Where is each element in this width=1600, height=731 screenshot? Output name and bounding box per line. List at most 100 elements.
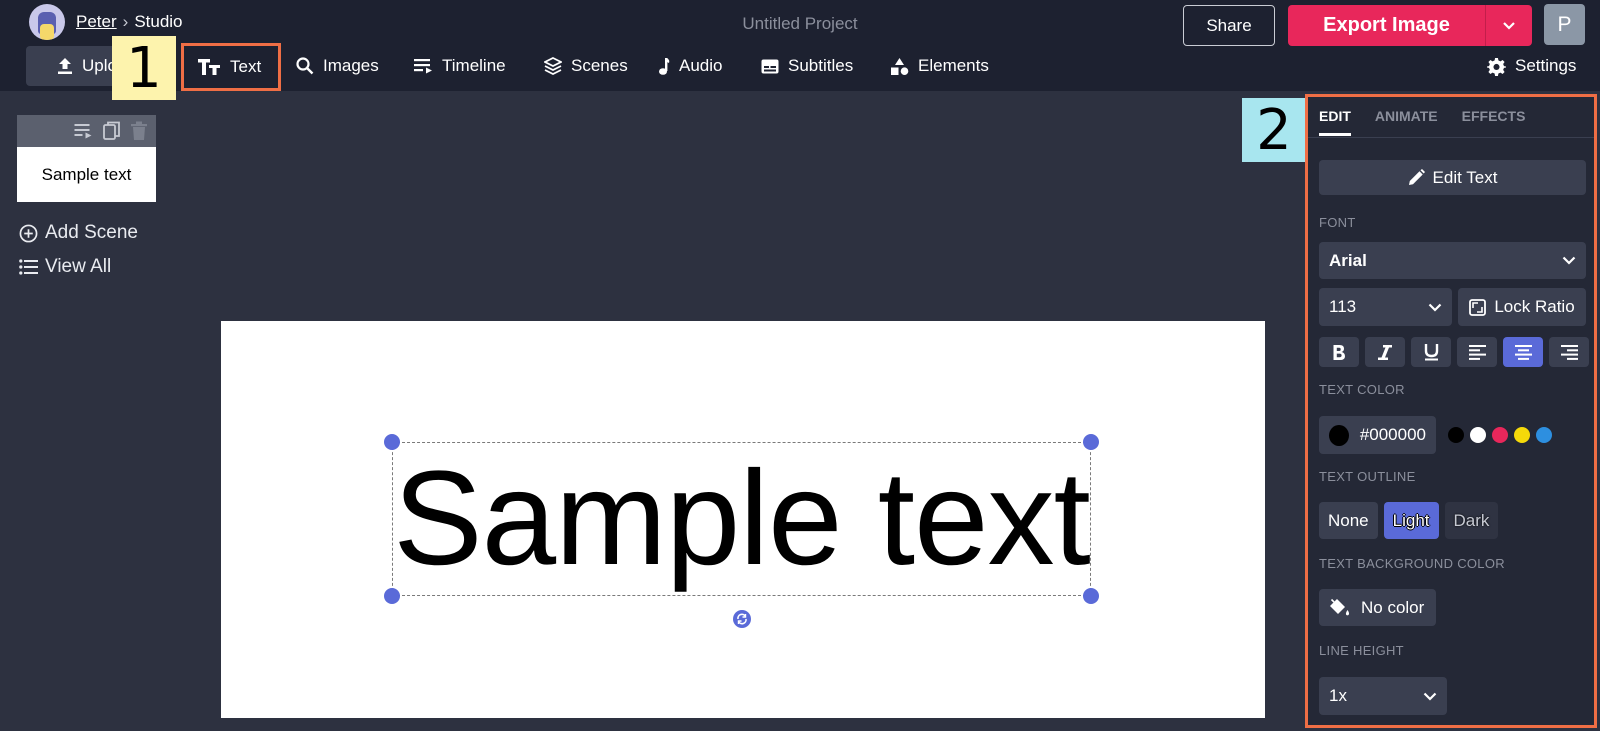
- subtitles-label: Subtitles: [788, 56, 854, 75]
- resize-handle-top-right[interactable]: [1083, 434, 1099, 450]
- export-options-chevron-icon[interactable]: [1486, 21, 1532, 30]
- editor-canvas[interactable]: Sample text: [221, 321, 1265, 718]
- share-button[interactable]: Share: [1183, 5, 1275, 46]
- underline-icon: [1424, 344, 1438, 361]
- project-title[interactable]: Untitled Project: [700, 14, 900, 34]
- canvas-text[interactable]: Sample text: [393, 452, 1091, 586]
- lock-ratio-label: Lock Ratio: [1494, 297, 1575, 316]
- resize-handle-bottom-right[interactable]: [1083, 588, 1099, 604]
- pencil-icon: [1408, 169, 1425, 185]
- line-height-value: 1x: [1329, 686, 1347, 705]
- toolbar-text-button[interactable]: Text: [181, 43, 281, 91]
- swatch-blue[interactable]: [1536, 427, 1552, 443]
- line-height-heading: LINE HEIGHT: [1319, 643, 1404, 658]
- edit-text-button[interactable]: Edit Text: [1319, 160, 1586, 195]
- outline-light-button[interactable]: Light: [1383, 502, 1439, 539]
- settings-button[interactable]: Settings: [1487, 50, 1576, 82]
- no-color-label: No color: [1361, 597, 1425, 617]
- chevron-down-icon: [1423, 692, 1437, 701]
- text-background-heading: TEXT BACKGROUND COLOR: [1319, 556, 1505, 571]
- resize-handle-bottom-left[interactable]: [384, 588, 400, 604]
- user-avatar-image[interactable]: [29, 4, 65, 40]
- text-color-heading: TEXT COLOR: [1319, 382, 1405, 397]
- list-icon: [19, 259, 38, 275]
- paint-bucket-icon: [1330, 598, 1350, 615]
- align-left-icon: [1468, 344, 1486, 360]
- italic-button[interactable]: [1365, 337, 1405, 367]
- italic-icon: [1378, 344, 1392, 360]
- settings-label: Settings: [1515, 56, 1577, 75]
- text-icon: [198, 59, 220, 75]
- text-background-color-button[interactable]: No color: [1319, 589, 1436, 626]
- swatch-white[interactable]: [1470, 427, 1486, 443]
- rotate-icon: [737, 613, 747, 625]
- font-family-select[interactable]: Arial: [1319, 242, 1586, 279]
- chevron-down-icon: [1428, 303, 1442, 312]
- toolbar-scenes-button[interactable]: Scenes: [544, 50, 628, 82]
- font-family-value: Arial: [1329, 250, 1367, 270]
- export-image-button[interactable]: Export Image: [1288, 5, 1532, 46]
- shapes-icon: [891, 57, 909, 75]
- line-height-select[interactable]: 1x: [1319, 677, 1447, 715]
- lock-ratio-button[interactable]: Lock Ratio: [1458, 288, 1586, 326]
- add-scene-button[interactable]: Add Scene: [19, 222, 138, 244]
- music-note-icon: [659, 57, 670, 75]
- tab-effects[interactable]: EFFECTS: [1462, 105, 1526, 136]
- trash-icon[interactable]: [130, 121, 148, 141]
- breadcrumb-user-link[interactable]: Peter: [76, 12, 117, 31]
- toolbar-timeline-button[interactable]: Timeline: [414, 50, 506, 82]
- resize-handle-top-left[interactable]: [384, 434, 400, 450]
- font-heading: FONT: [1319, 215, 1356, 230]
- text-color-value: #000000: [1359, 425, 1426, 444]
- font-size-select[interactable]: 113: [1319, 288, 1452, 326]
- gear-icon: [1487, 57, 1506, 76]
- align-center-button[interactable]: [1503, 337, 1543, 367]
- top-bar: Peter › Studio Untitled Project Share Expo…: [0, 0, 1600, 91]
- current-color-swatch: [1329, 424, 1349, 446]
- edit-text-label: Edit Text: [1432, 167, 1498, 187]
- view-all-button[interactable]: View All: [19, 256, 111, 278]
- toolbar-images-button[interactable]: Images: [296, 50, 379, 82]
- elements-label: Elements: [918, 56, 989, 75]
- scene-card[interactable]: Sample text: [17, 115, 156, 202]
- text-element[interactable]: Sample text: [392, 442, 1091, 596]
- align-right-button[interactable]: [1549, 337, 1589, 367]
- timeline-icon: [414, 59, 432, 74]
- bold-button[interactable]: [1319, 337, 1359, 367]
- text-outline-heading: TEXT OUTLINE: [1319, 469, 1416, 484]
- layers-icon: [544, 57, 562, 75]
- breadcrumb-separator: ›: [122, 12, 129, 31]
- toolbar-audio-button[interactable]: Audio: [658, 50, 722, 82]
- swatch-black[interactable]: [1448, 427, 1464, 443]
- breadcrumb: Peter › Studio: [76, 12, 183, 32]
- duplicate-icon[interactable]: [103, 121, 121, 141]
- scene-card-toolbar: [17, 115, 156, 147]
- toolbar-subtitles-button[interactable]: Subtitles: [761, 50, 853, 82]
- export-image-label[interactable]: Export Image: [1288, 14, 1485, 37]
- swatch-yellow[interactable]: [1514, 427, 1530, 443]
- swatch-red[interactable]: [1492, 427, 1508, 443]
- upload-icon: [58, 58, 72, 74]
- outline-dark-button[interactable]: Dark: [1444, 502, 1499, 539]
- text-color-picker[interactable]: #000000: [1319, 416, 1436, 454]
- scene-thumbnail[interactable]: Sample text: [17, 147, 156, 202]
- breadcrumb-page: Studio: [134, 12, 183, 31]
- account-avatar[interactable]: P: [1544, 4, 1585, 45]
- tab-edit[interactable]: EDIT: [1319, 105, 1351, 136]
- scene-timeline-icon[interactable]: [74, 123, 94, 139]
- search-icon: [296, 57, 314, 75]
- outline-none-button[interactable]: None: [1319, 502, 1378, 539]
- align-left-button[interactable]: [1457, 337, 1497, 367]
- font-size-value: 113: [1329, 297, 1357, 316]
- align-center-icon: [1514, 344, 1532, 360]
- plus-circle-icon: [19, 224, 38, 242]
- underline-button[interactable]: [1411, 337, 1451, 367]
- align-right-icon: [1560, 344, 1578, 360]
- audio-label: Audio: [679, 56, 723, 75]
- tab-animate[interactable]: ANIMATE: [1375, 105, 1438, 136]
- toolbar-elements-button[interactable]: Elements: [890, 50, 989, 82]
- scenes-label: Scenes: [571, 56, 628, 75]
- panel-tabs: EDIT ANIMATE EFFECTS: [1319, 105, 1525, 136]
- rotate-handle[interactable]: [733, 610, 751, 628]
- view-all-label: View All: [45, 256, 112, 277]
